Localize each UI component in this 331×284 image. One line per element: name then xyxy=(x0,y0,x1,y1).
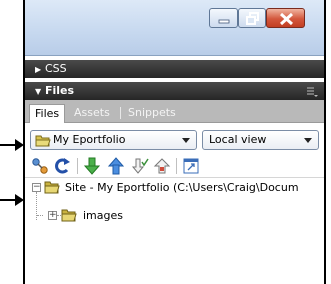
expand-toggle[interactable]: + xyxy=(48,211,57,220)
minimize-icon xyxy=(218,19,230,24)
panel-options-icon[interactable] xyxy=(306,85,318,97)
css-panel-header[interactable]: ▶ CSS xyxy=(25,60,324,78)
site-folder-icon xyxy=(44,181,60,194)
get-icon[interactable] xyxy=(83,157,101,175)
connect-icon[interactable] xyxy=(31,157,49,175)
files-panel-window: ▶ CSS ▼ Files Files Assets Snippets My Epo… xyxy=(23,0,326,284)
css-panel-label: CSS xyxy=(45,62,67,75)
chevron-down-icon xyxy=(304,138,312,143)
close-button[interactable] xyxy=(266,8,305,28)
tree-line xyxy=(37,215,43,216)
close-icon xyxy=(279,12,294,26)
site-dropdown-value: My Eportfolio xyxy=(53,133,126,146)
checkout-icon[interactable] xyxy=(131,157,149,175)
panel-tab-bar: Files Assets Snippets xyxy=(25,100,324,123)
tree-root-label[interactable]: Site - My Eportfolio (C:\Users\Craig\Doc… xyxy=(65,181,299,195)
site-file-tree: − Site - My Eportfolio (C:\Users\Craig\D… xyxy=(25,180,324,284)
expand-icon[interactable] xyxy=(182,157,200,175)
annotation-arrow-site-select xyxy=(0,139,24,151)
files-toolbar xyxy=(25,155,324,178)
checkin-icon[interactable] xyxy=(153,157,171,175)
tab-snippets[interactable]: Snippets xyxy=(123,104,181,122)
refresh-icon[interactable] xyxy=(53,157,71,175)
files-panel-label: Files xyxy=(45,84,75,97)
collapsed-arrow-icon: ▶ xyxy=(35,65,42,74)
view-dropdown-value: Local view xyxy=(209,133,267,146)
put-icon[interactable] xyxy=(107,157,125,175)
folder-icon xyxy=(35,135,51,147)
files-panel-header[interactable]: ▼ Files xyxy=(25,82,324,100)
maximize-icon xyxy=(246,12,259,25)
site-dropdown[interactable]: My Eportfolio xyxy=(30,130,197,150)
folder-icon xyxy=(61,209,77,222)
toolbar-divider xyxy=(176,158,177,174)
tab-assets[interactable]: Assets xyxy=(69,104,115,122)
expanded-arrow-icon: ▼ xyxy=(35,87,42,96)
tree-item-label[interactable]: images xyxy=(83,209,123,223)
view-dropdown[interactable]: Local view xyxy=(202,130,319,150)
window-titlebar xyxy=(25,0,324,56)
files-panel-content: My Eportfolio Local view − Site - My Epo… xyxy=(25,123,324,284)
annotation-arrow-site-root xyxy=(0,194,24,206)
tab-files[interactable]: Files xyxy=(29,104,66,123)
minimize-button[interactable] xyxy=(209,8,238,28)
tab-divider xyxy=(120,107,121,119)
toolbar-divider xyxy=(77,158,78,174)
maximize-button[interactable] xyxy=(238,8,266,28)
collapse-toggle[interactable]: − xyxy=(32,183,41,192)
chevron-down-icon xyxy=(182,138,190,143)
